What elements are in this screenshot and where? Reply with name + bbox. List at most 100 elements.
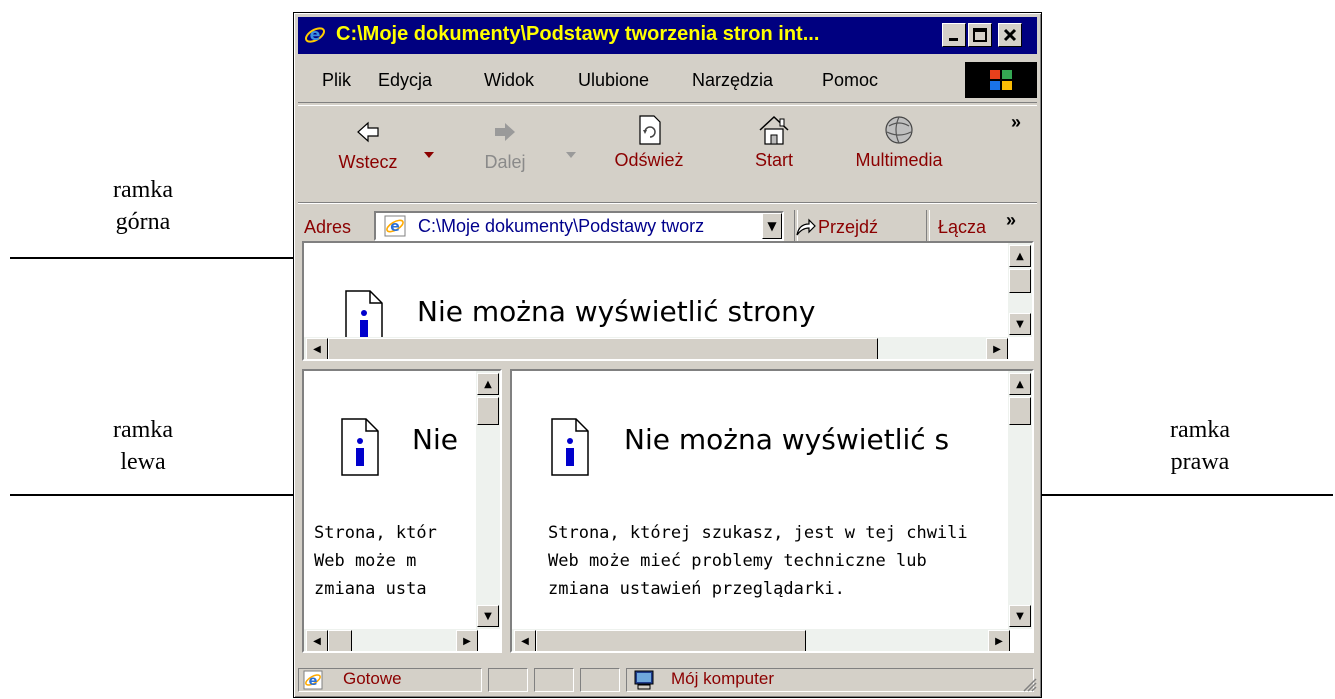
standard-toolbar: Wstecz Dalej Odśwież Start Multimedia » xyxy=(298,105,1037,203)
refresh-label: Odśwież xyxy=(614,150,684,170)
info-page-icon xyxy=(551,418,589,476)
menu-help[interactable]: Pomoc xyxy=(822,70,878,91)
scroll-left-button[interactable]: ◀ xyxy=(514,630,536,651)
svg-text:e: e xyxy=(390,219,400,235)
links-separator xyxy=(926,210,930,242)
left-frame-vscrollbar[interactable]: ▲ ▼ xyxy=(476,371,500,629)
refresh-button[interactable]: Odśwież xyxy=(604,106,694,171)
windows-flag-icon xyxy=(990,70,1012,90)
right-frame-vscrollbar[interactable]: ▲ ▼ xyxy=(1008,371,1032,629)
annotation-top-line2: górna xyxy=(115,209,171,235)
back-button[interactable]: Wstecz xyxy=(328,106,408,173)
scroll-up-button[interactable]: ▲ xyxy=(1009,373,1031,395)
svg-text:e: e xyxy=(309,674,318,689)
svg-text:e: e xyxy=(310,25,321,44)
scroll-thumb[interactable] xyxy=(1009,397,1031,425)
back-arrow-icon xyxy=(357,121,379,143)
home-button[interactable]: Start xyxy=(744,106,804,171)
title-bar[interactable]: e C:\Moje dokumenty\Podstawy tworzenia s… xyxy=(298,17,1037,54)
menu-file[interactable]: Plik xyxy=(322,70,351,91)
scroll-right-button[interactable]: ▶ xyxy=(456,630,478,651)
links-button[interactable]: Łącza xyxy=(938,217,986,238)
browser-window: e C:\Moje dokumenty\Podstawy tworzenia s… xyxy=(293,12,1042,698)
scroll-down-button[interactable]: ▼ xyxy=(1009,605,1031,627)
right-body-line: zmiana ustawień przeglądarki. xyxy=(548,579,845,599)
left-frame: Nie Strona, któr Web może m zmiana usta … xyxy=(302,369,502,653)
media-label: Multimedia xyxy=(855,150,943,170)
minimize-icon xyxy=(949,38,958,41)
forward-label: Dalej xyxy=(484,152,526,172)
go-arrow-icon xyxy=(796,218,816,236)
back-label: Wstecz xyxy=(338,152,398,172)
maximize-button[interactable] xyxy=(968,23,992,47)
home-icon xyxy=(759,115,789,145)
status-pane-extra xyxy=(580,668,620,692)
address-value: C:\Moje dokumenty\Podstawy tworz xyxy=(418,216,705,236)
scroll-thumb[interactable] xyxy=(1009,269,1031,293)
annotation-top-frame: ramka górna xyxy=(88,174,198,238)
right-frame-hscrollbar[interactable]: ◀ ▶ xyxy=(512,629,1010,651)
top-frame-vscrollbar[interactable]: ▲ ▼ xyxy=(1008,243,1032,337)
left-body-line: Web może m xyxy=(314,551,417,571)
status-pane-progress xyxy=(488,668,528,692)
minimize-button[interactable] xyxy=(942,23,966,47)
annotation-left-frame: ramka lewa xyxy=(88,414,198,478)
ie-logo-icon: e xyxy=(304,24,326,46)
scroll-down-button[interactable]: ▼ xyxy=(1009,313,1031,335)
forward-dropdown-icon[interactable] xyxy=(566,152,576,160)
back-dropdown-icon[interactable] xyxy=(424,152,434,160)
annotation-right-frame: ramka prawa xyxy=(1145,414,1255,478)
page-ie-icon: e xyxy=(384,215,406,237)
right-frame-body: Strona, której szukasz, jest w tej chwil… xyxy=(548,519,1010,603)
scroll-up-button[interactable]: ▲ xyxy=(477,373,499,395)
scroll-up-button[interactable]: ▲ xyxy=(1009,245,1031,267)
status-text: Gotowe xyxy=(343,669,402,688)
go-button[interactable]: Przejdź xyxy=(818,217,878,238)
annotation-right-line1: ramka xyxy=(1170,417,1230,443)
right-frame-title: Nie można wyświetlić s xyxy=(624,423,950,456)
home-label: Start xyxy=(754,150,793,170)
scroll-right-button[interactable]: ▶ xyxy=(986,338,1008,359)
scroll-left-button[interactable]: ◀ xyxy=(306,630,328,651)
menu-bar: Plik Edycja Widok Ulubione Narzędzia Pom… xyxy=(298,58,1037,103)
address-input[interactable]: e C:\Moje dokumenty\Podstawy tworz ▼ xyxy=(374,211,784,241)
info-page-icon xyxy=(341,418,379,476)
status-pane-lock xyxy=(534,668,574,692)
page-ie-icon: e xyxy=(303,670,323,690)
left-body-line: zmiana usta xyxy=(314,579,427,599)
right-body-line: Strona, której szukasz, jest w tej chwil… xyxy=(548,523,968,543)
toolbar-more-chevron[interactable]: » xyxy=(1011,112,1021,133)
menu-tools[interactable]: Narzędzia xyxy=(692,70,773,91)
top-frame: Nie można wyświetlić strony ▲ ▼ ◀ ▶ xyxy=(302,241,1034,361)
forward-button[interactable]: Dalej xyxy=(470,106,540,173)
scroll-thumb[interactable] xyxy=(477,397,499,425)
scroll-left-button[interactable]: ◀ xyxy=(306,338,328,359)
scroll-down-button[interactable]: ▼ xyxy=(477,605,499,627)
top-frame-title: Nie można wyświetlić strony xyxy=(417,295,816,328)
close-icon xyxy=(1003,28,1017,42)
resize-grip-icon[interactable] xyxy=(1021,676,1037,692)
scroll-thumb[interactable] xyxy=(328,338,878,359)
windows-logo xyxy=(965,62,1037,98)
top-frame-hscrollbar[interactable]: ◀ ▶ xyxy=(304,337,1008,359)
left-frame-hscrollbar[interactable]: ◀ ▶ xyxy=(304,629,478,651)
right-frame: Nie można wyświetlić s Strona, której sz… xyxy=(510,369,1034,653)
address-dropdown-button[interactable]: ▼ xyxy=(762,213,782,239)
scroll-thumb[interactable] xyxy=(328,630,352,651)
zone-text: Mój komputer xyxy=(671,669,774,688)
arrow-right-frame xyxy=(993,489,1333,501)
close-button[interactable] xyxy=(998,23,1022,47)
forward-arrow-icon xyxy=(495,123,515,141)
menu-edit[interactable]: Edycja xyxy=(378,70,432,91)
links-more-chevron[interactable]: » xyxy=(1006,210,1016,231)
left-frame-title: Nie xyxy=(412,423,458,456)
scroll-thumb[interactable] xyxy=(536,630,806,651)
media-globe-icon xyxy=(885,116,913,144)
menu-view[interactable]: Widok xyxy=(484,70,534,91)
computer-icon xyxy=(634,670,654,690)
scroll-right-button[interactable]: ▶ xyxy=(988,630,1010,651)
menu-favorites[interactable]: Ulubione xyxy=(578,70,649,91)
window-title: C:\Moje dokumenty\Podstawy tworzenia str… xyxy=(336,23,820,45)
status-bar: e Gotowe Mój komputer xyxy=(298,666,1037,694)
media-button[interactable]: Multimedia xyxy=(844,106,954,171)
